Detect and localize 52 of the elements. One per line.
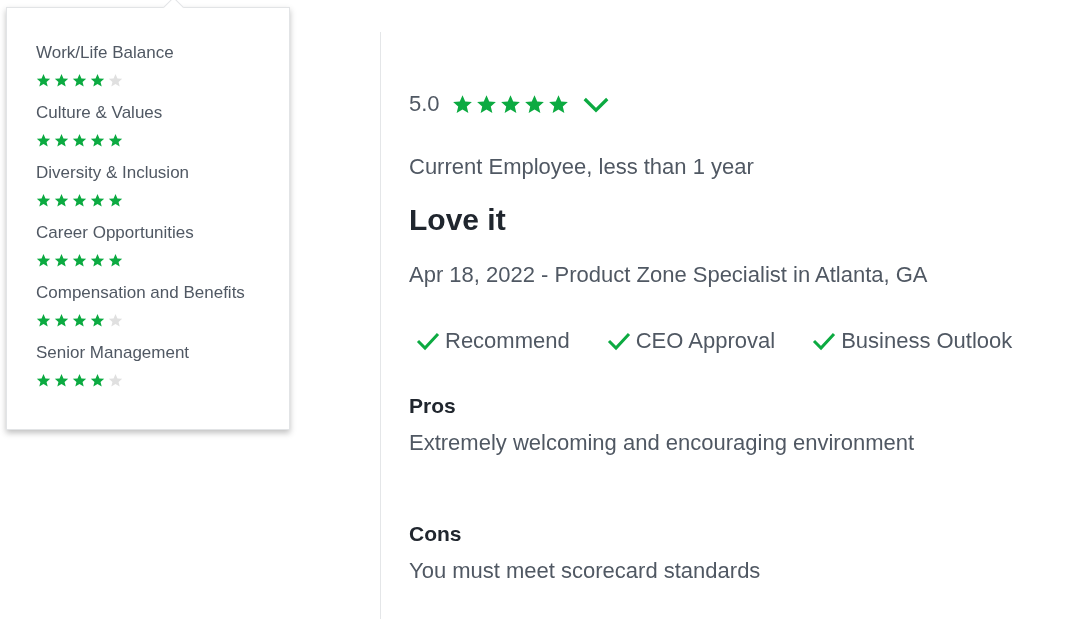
star-icon (90, 192, 105, 208)
employee-status: Current Employee, less than 1 year (409, 153, 755, 181)
star-icon (72, 372, 87, 388)
star-icon (54, 312, 69, 328)
star-icon (90, 372, 105, 388)
star-icon (72, 72, 87, 88)
star-icon (547, 93, 569, 115)
star-icon (108, 72, 123, 88)
star-icon (72, 252, 87, 268)
star-icon (523, 93, 545, 115)
rating-label: Compensation and Benefits (36, 282, 246, 304)
star-icon (108, 312, 123, 328)
star-icon (108, 192, 123, 208)
star-icon (108, 372, 123, 388)
star-icon (451, 93, 473, 115)
star-icon (36, 192, 51, 208)
star-icon (72, 312, 87, 328)
rating-label: Senior Management (36, 342, 191, 364)
star-icon (475, 93, 497, 115)
section-text: Extremely welcoming and encouraging environment (409, 429, 916, 457)
review-meta: Apr 18, 2022 - Product Zone Specialist in Atlanta, GA (409, 261, 929, 289)
star-icon (90, 132, 105, 148)
section-heading: Pros (409, 393, 457, 419)
indicator-label: Recommend (445, 327, 570, 355)
star-icon (36, 312, 51, 328)
rating-label: Culture & Values (36, 102, 164, 124)
star-icon (499, 93, 521, 115)
rating-label: Career Opportunities (36, 222, 195, 244)
star-icon (72, 132, 87, 148)
star-icon (54, 252, 69, 268)
star-icon (36, 372, 51, 388)
star-icon (90, 312, 105, 328)
star-icon (72, 192, 87, 208)
section-text: You must meet scorecard standards (409, 557, 762, 585)
star-icon (54, 192, 69, 208)
indicator-label: CEO Approval (635, 327, 776, 355)
star-icon (90, 252, 105, 268)
rating-score: 5.0 (409, 91, 440, 117)
star-icon (36, 132, 51, 148)
indicator-label: Business Outlook (841, 327, 1013, 355)
star-icon (54, 132, 69, 148)
star-icon (108, 132, 123, 148)
star-icon (36, 72, 51, 88)
star-icon (54, 72, 69, 88)
star-icon (36, 252, 51, 268)
rating-label: Work/Life Balance (36, 42, 175, 64)
star-icon (108, 252, 123, 268)
star-icon (54, 372, 69, 388)
star-icon (90, 72, 105, 88)
review-title: Love it (409, 202, 507, 238)
section-heading: Cons (409, 521, 463, 547)
rating-label: Diversity & Inclusion (36, 162, 191, 184)
